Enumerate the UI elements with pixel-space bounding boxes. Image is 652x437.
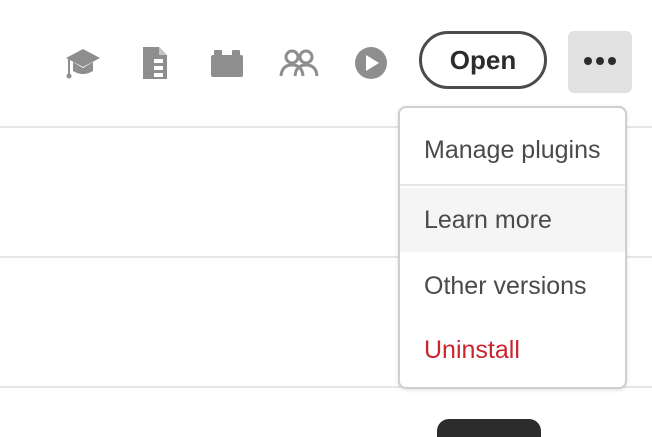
more-options-button[interactable] [568, 31, 632, 93]
open-button-label: Open [449, 44, 517, 75]
menu-separator [400, 184, 625, 186]
graduation-cap-icon[interactable] [64, 45, 102, 81]
menu-item-learn-more[interactable]: Learn more [400, 188, 625, 252]
more-options-menu: Manage plugins Learn more Other versions… [398, 106, 627, 389]
community-icon[interactable] [279, 45, 319, 81]
menu-item-other-versions[interactable]: Other versions [400, 254, 625, 318]
open-button[interactable]: Open [419, 31, 547, 89]
menu-item-uninstall[interactable]: Uninstall [400, 318, 625, 382]
document-icon[interactable] [140, 45, 170, 81]
menu-item-label: Learn more [424, 205, 552, 234]
menu-item-label: Uninstall [424, 335, 520, 364]
plugin-icon[interactable] [209, 47, 245, 79]
menu-item-label: Other versions [424, 271, 587, 300]
menu-item-label: Manage plugins [424, 135, 601, 164]
play-icon[interactable] [353, 46, 389, 80]
ellipsis-icon [583, 53, 617, 71]
menu-item-manage-plugins[interactable]: Manage plugins [400, 118, 625, 182]
